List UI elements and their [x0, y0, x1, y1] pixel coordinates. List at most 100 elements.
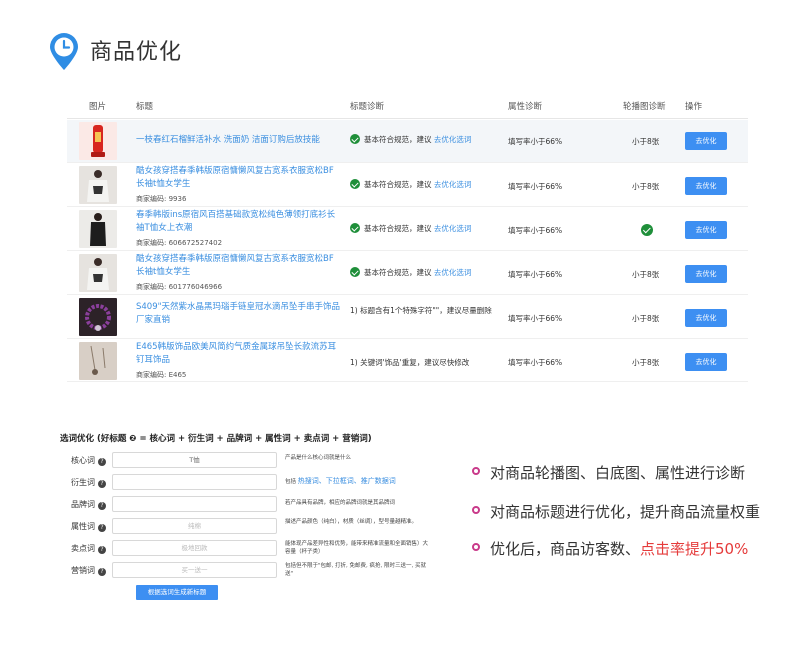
product-thumbnail[interactable] — [79, 122, 117, 160]
field-row-attr: 属性词? 纯棉 描述产品颜色（纯白），材质（丝绸），型号量越精准。 — [60, 518, 430, 534]
optimize-words-link[interactable]: 去优化选词 — [434, 180, 472, 189]
col-title-diag: 标题诊断 — [350, 102, 385, 112]
attr-diagnosis: 填写率小于66% — [508, 358, 563, 367]
product-thumbnail[interactable] — [79, 254, 117, 292]
product-thumbnail[interactable] — [79, 342, 117, 380]
merchant-code: 商家编码: E465 — [136, 371, 187, 379]
help-icon[interactable]: ? — [98, 568, 106, 576]
product-title-link[interactable]: 春季韩版ins原宿风百搭基础款宽松纯色薄领打底衫长袖T恤女上衣潮 — [136, 209, 341, 235]
label-text: 属性词 — [71, 522, 95, 531]
optimize-words-link[interactable]: 去优化选词 — [434, 135, 472, 144]
optimize-button[interactable]: 去优化 — [685, 265, 727, 283]
field-desc: 描述产品颜色（纯白），材质（丝绸），型号量越精准。 — [285, 519, 418, 525]
feature-item: 对商品轮播图、白底图、属性进行诊断 — [472, 462, 745, 483]
field-desc: 产品是什么核心词就是什么 — [285, 455, 352, 461]
optimize-button[interactable]: 去优化 — [685, 309, 727, 327]
product-table: 图片 标题 标题诊断 属性诊断 轮播图诊断 操作 一枝春红石榴鲜活补水 洗面奶 … — [67, 92, 748, 382]
field-label: 品牌词? — [71, 499, 106, 510]
field-label: 衍生词? — [71, 477, 106, 488]
feature-text: 对商品轮播图、白底图、属性进行诊断 — [490, 464, 746, 482]
product-title-link[interactable]: 酷女孩穿搭春季韩版原宿慵懒风复古宽系衣服宽松BF长袖t恤女学生 — [136, 165, 341, 191]
table-row: E465韩版饰品欧美风简约气质金属球吊坠长款流苏耳钉耳饰品 商家编码: E465… — [67, 340, 748, 382]
product-title-link[interactable]: 一枝春红石榴鲜活补水 洗面奶 洁面订购后放技能 — [136, 134, 341, 147]
field-row-brand: 品牌词? 若产品具有品牌，相应的品牌词就是其品牌词 — [60, 496, 430, 512]
title-diagnosis: 基本符合规范，建议 去优化选词 — [350, 267, 471, 278]
col-attr-diag: 属性诊断 — [508, 102, 543, 112]
field-row-marketing: 营销词? 买一送一 包括但不限于"包邮, 打折, 免邮费, 疯抢, 限时三送一,… — [60, 562, 430, 578]
brand-word-input[interactable] — [112, 496, 277, 512]
bullet-icon — [472, 543, 480, 551]
clock-pin-icon — [50, 33, 78, 70]
product-thumbnail[interactable] — [79, 166, 117, 204]
word-optimize-form: 选词优化 (好标题 ❷ = 核心词 + 衍生词 + 品牌词 + 属性词 + 卖点… — [60, 432, 430, 607]
optimize-words-link[interactable]: 去优化选词 — [434, 224, 472, 233]
carousel-diagnosis: 小于8张 — [632, 137, 660, 146]
form-title: 选词优化 (好标题 ❷ = 核心词 + 衍生词 + 品牌词 + 属性词 + 卖点… — [60, 434, 372, 444]
optimize-button[interactable]: 去优化 — [685, 353, 727, 371]
help-icon[interactable]: ? — [98, 480, 106, 488]
help-icon[interactable]: ? — [98, 458, 106, 466]
optimize-words-link[interactable]: 去优化选词 — [434, 268, 472, 277]
field-label: 核心词? — [71, 455, 106, 466]
derived-word-input[interactable] — [112, 474, 277, 490]
optimize-button[interactable]: 去优化 — [685, 177, 727, 195]
label-text: 营销词 — [71, 566, 95, 575]
title-diagnosis: 基本符合规范，建议 去优化选词 — [350, 223, 471, 234]
selling-word-input[interactable]: 极地回款 — [112, 540, 277, 556]
check-icon — [350, 179, 360, 189]
page-title: 商品优化 — [90, 40, 183, 65]
label-text: 品牌词 — [71, 500, 95, 509]
title-diagnosis: 基本符合规范，建议 去优化选词 — [350, 134, 471, 145]
product-title-link[interactable]: S409"天然紫水晶黑玛瑙手链皇冠水滴吊坠手串手饰品厂家直销 — [136, 301, 341, 327]
attr-diagnosis: 填写率小于66% — [508, 226, 563, 235]
optimize-button[interactable]: 去优化 — [685, 132, 727, 150]
field-row-derived: 衍生词? 包括 热搜词、下拉框词、推广数据词 — [60, 474, 430, 490]
diag-text: 基本符合规范，建议 — [364, 135, 432, 144]
label-text: 卖点词 — [71, 544, 95, 553]
marketing-word-input[interactable]: 买一送一 — [112, 562, 277, 578]
title-diagnosis: 基本符合规范，建议 去优化选词 — [350, 179, 471, 190]
generate-title-button[interactable]: 根据选词生成新标题 — [136, 585, 218, 600]
attr-diagnosis: 填写率小于66% — [508, 270, 563, 279]
diag-text: 基本符合规范，建议 — [364, 224, 432, 233]
field-desc: 若产品具有品牌，相应的品牌词就是其品牌词 — [285, 500, 396, 506]
product-title-link[interactable]: E465韩版饰品欧美风简约气质金属球吊坠长款流苏耳钉耳饰品 — [136, 341, 341, 367]
merchant-code: 商家编码: 601776046966 — [136, 283, 223, 291]
table-header: 图片 标题 标题诊断 属性诊断 轮播图诊断 操作 — [67, 92, 748, 119]
product-title-link[interactable]: 酷女孩穿搭春季韩版原宿慵懒风复古宽系衣服宽松BF长袖t恤女学生 — [136, 253, 341, 279]
help-icon[interactable]: ? — [98, 546, 106, 554]
feature-item: 对商品标题进行优化，提升商品流量权重 — [472, 501, 760, 522]
col-title: 标题 — [136, 102, 154, 112]
attr-word-input[interactable]: 纯棉 — [112, 518, 277, 534]
diag-text: 基本符合规范，建议 — [364, 268, 432, 277]
feature-text-prefix: 优化后，商品访客数、 — [490, 540, 641, 558]
check-icon — [350, 267, 360, 277]
title-diagnosis: 1) 标题含有1个特殊字符""，建议尽量删除 — [350, 306, 492, 315]
merchant-code: 商家编码: 606672527402 — [136, 239, 223, 247]
core-word-input[interactable]: T恤 — [112, 452, 277, 468]
feature-text: 对商品标题进行优化，提升商品流量权重 — [490, 503, 761, 521]
carousel-ok-check-icon — [641, 224, 653, 236]
table-row: S409"天然紫水晶黑玛瑙手链皇冠水滴吊坠手串手饰品厂家直销 1) 标题含有1个… — [67, 296, 748, 339]
merchant-code: 商家编码: 9936 — [136, 195, 187, 203]
attr-diagnosis: 填写率小于66% — [508, 137, 563, 146]
product-thumbnail[interactable] — [79, 298, 117, 336]
table-row: 一枝春红石榴鲜活补水 洗面奶 洁面订购后放技能 基本符合规范，建议 去优化选词 … — [67, 120, 748, 163]
field-label: 卖点词? — [71, 543, 106, 554]
optimize-button[interactable]: 去优化 — [685, 221, 727, 239]
diag-text: 基本符合规范，建议 — [364, 180, 432, 189]
product-thumbnail[interactable] — [79, 210, 117, 248]
carousel-diagnosis: 小于8张 — [632, 314, 660, 323]
label-text: 核心词 — [71, 456, 95, 465]
desc-text: 包括 — [285, 479, 297, 485]
label-text: 衍生词 — [71, 478, 95, 487]
hot-words-link[interactable]: 热搜词、下拉框词、推广数据词 — [298, 477, 396, 485]
attr-diagnosis: 填写率小于66% — [508, 314, 563, 323]
col-image: 图片 — [89, 102, 107, 112]
help-icon[interactable]: ? — [98, 502, 106, 510]
bullet-icon — [472, 506, 480, 514]
help-icon[interactable]: ? — [98, 524, 106, 532]
field-row-core: 核心词? T恤 产品是什么核心词就是什么 — [60, 452, 430, 468]
attr-diagnosis: 填写率小于66% — [508, 182, 563, 191]
table-row: 春季韩版ins原宿风百搭基础款宽松纯色薄领打底衫长袖T恤女上衣潮 商家编码: 6… — [67, 208, 748, 251]
